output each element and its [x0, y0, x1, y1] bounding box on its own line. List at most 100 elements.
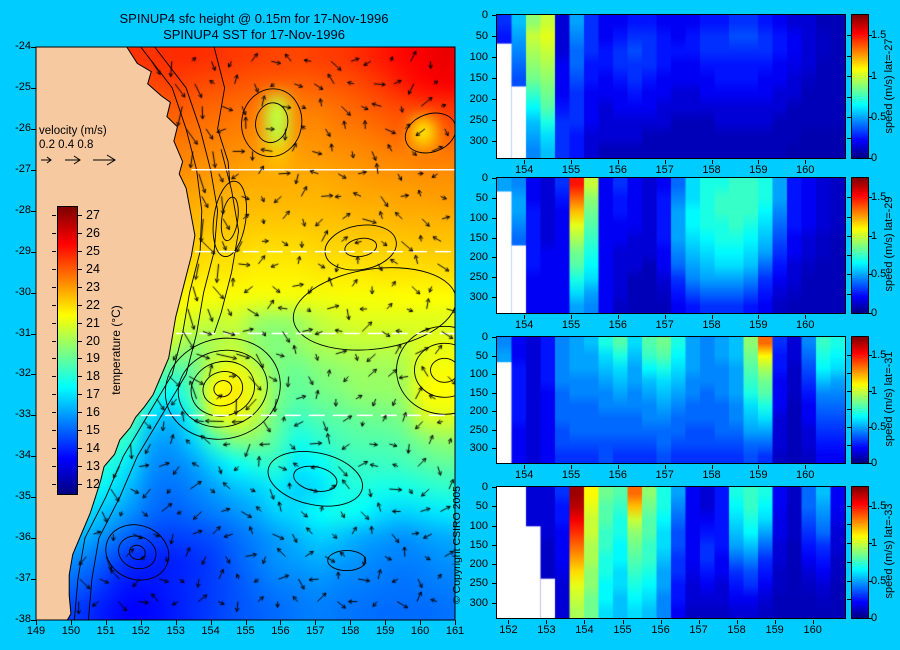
map-lon-tick-label: 152 [131, 625, 150, 637]
section-depth-tick-label: 50 [475, 349, 488, 362]
section-lon-tick-label: 158 [727, 624, 746, 636]
speed-tick-label: 0.5 [871, 421, 887, 433]
speed-minor-tick [847, 137, 851, 139]
section-depth-tick [492, 525, 496, 527]
section-lon-tick-label: 160 [796, 469, 815, 481]
speed-tick [868, 274, 872, 276]
section-depth-tick [492, 583, 496, 585]
temperature-tick-label: 17 [86, 387, 100, 402]
temperature-tick-label: 12 [86, 477, 100, 492]
section-lon-tick-label: 152 [499, 624, 518, 636]
speed-tick [868, 35, 872, 37]
section-depth-tick-label: 50 [475, 500, 488, 513]
map-lat-tick-label: -31 [15, 326, 31, 339]
section-lon-tick-label: 159 [749, 469, 768, 481]
section-lon-tick [617, 315, 619, 319]
speed-minor-tick [847, 505, 851, 507]
temperature-colorbar-label: temperature (°C) [109, 305, 123, 395]
section-lon-tick [812, 620, 814, 624]
cross-section-lat-31 [496, 336, 846, 464]
temperature-tick [78, 286, 82, 288]
speed-tick [868, 618, 872, 619]
temperature-tick [78, 466, 82, 468]
map-lon-tick [36, 620, 37, 625]
section-lon-tick-label: 156 [608, 164, 628, 176]
section-depth-tick [492, 374, 496, 376]
map-lon-tick [350, 620, 352, 625]
speed-colorbar-lat-29 [851, 177, 869, 314]
section-depth-tick [492, 99, 496, 101]
section-lon-tick [758, 465, 760, 469]
temperature-tick-label: 15 [86, 423, 100, 438]
cross-section-lat-29 [496, 177, 846, 314]
temperature-tick [52, 466, 56, 468]
section-depth-tick-label: 50 [475, 30, 488, 43]
map-lat-tick [31, 169, 36, 171]
speed-tick [868, 76, 872, 78]
speed-tick [868, 463, 872, 464]
speed-minor-tick [847, 580, 851, 582]
speed-minor-tick [847, 274, 851, 276]
section-lon-tick-label: 159 [749, 164, 768, 176]
copyright-text: © Copyright CSIRO 2005 [451, 485, 463, 605]
section-lon-tick-label: 158 [702, 469, 721, 481]
map-lon-tick-label: 155 [236, 625, 255, 637]
temperature-tick [52, 232, 56, 234]
app-canvas: SPINUP4 sfc height @ 0.15m for 17-Nov-19… [0, 0, 900, 650]
cross-section-lat-33 [496, 486, 846, 619]
section-lon-tick-label: 157 [655, 164, 674, 176]
speed-minor-tick [847, 427, 851, 428]
section-depth-tick-label: 100 [469, 519, 488, 532]
map-lat-tick-label: -32 [15, 367, 31, 380]
temperature-tick [52, 340, 56, 342]
section-depth-tick [492, 141, 496, 143]
speed-minor-tick [847, 293, 851, 295]
section-lon-tick-label: 157 [655, 319, 674, 331]
section-depth-tick-label: 100 [469, 368, 488, 381]
map-lon-tick-label: 156 [271, 625, 290, 637]
section-lon-tick [711, 465, 713, 469]
temperature-tick [78, 322, 82, 324]
temperature-tick [78, 250, 82, 252]
temperature-tick [78, 358, 82, 360]
map-lat-tick-label: -30 [15, 285, 31, 298]
speed-tick [868, 391, 872, 392]
section-lon-tick-label: 155 [561, 319, 581, 331]
speed-tick-label: 1.5 [871, 499, 887, 512]
section-depth-tick [492, 297, 496, 299]
speed-tick [868, 427, 872, 428]
section-depth-tick [492, 392, 496, 394]
speed-minor-tick [847, 524, 851, 526]
section-lon-tick-label: 160 [803, 624, 822, 636]
map-lat-tick [31, 210, 36, 212]
section-depth-tick-label: 200 [469, 558, 488, 571]
map-lat-tick [31, 47, 36, 48]
section-lon-tick-label: 154 [514, 164, 534, 176]
temperature-tick-label: 19 [86, 351, 100, 366]
temperature-tick-label: 13 [86, 459, 100, 474]
temperature-tick-label: 14 [86, 441, 100, 456]
section-depth-tick-label: 250 [469, 271, 488, 284]
speed-tick-label: 0.5 [871, 574, 887, 587]
temperature-tick [52, 304, 56, 306]
section-depth-tick-label: 300 [469, 135, 488, 148]
section-depth-tick [492, 120, 496, 122]
section-lon-tick-label: 156 [608, 319, 628, 331]
map-lat-tick [31, 497, 36, 499]
map-lat-tick [31, 538, 36, 540]
section-lon-tick-label: 154 [514, 319, 534, 331]
temperature-tick [78, 448, 82, 450]
section-lon-tick [774, 620, 776, 624]
velocity-legend-title: velocity (m/s) [39, 125, 107, 137]
section-depth-tick [492, 57, 496, 59]
speed-minor-tick [847, 235, 851, 237]
map-lon-tick [420, 620, 422, 625]
speed-minor-tick [847, 409, 851, 410]
section-depth-tick-label: 200 [469, 405, 488, 418]
speed-colorbar-lat-33 [851, 486, 869, 619]
speed-minor-tick [847, 55, 851, 57]
temperature-tick [52, 286, 56, 288]
velocity-legend-arrows [41, 154, 116, 166]
section-depth-tick [492, 355, 496, 357]
temperature-tick [78, 340, 82, 342]
